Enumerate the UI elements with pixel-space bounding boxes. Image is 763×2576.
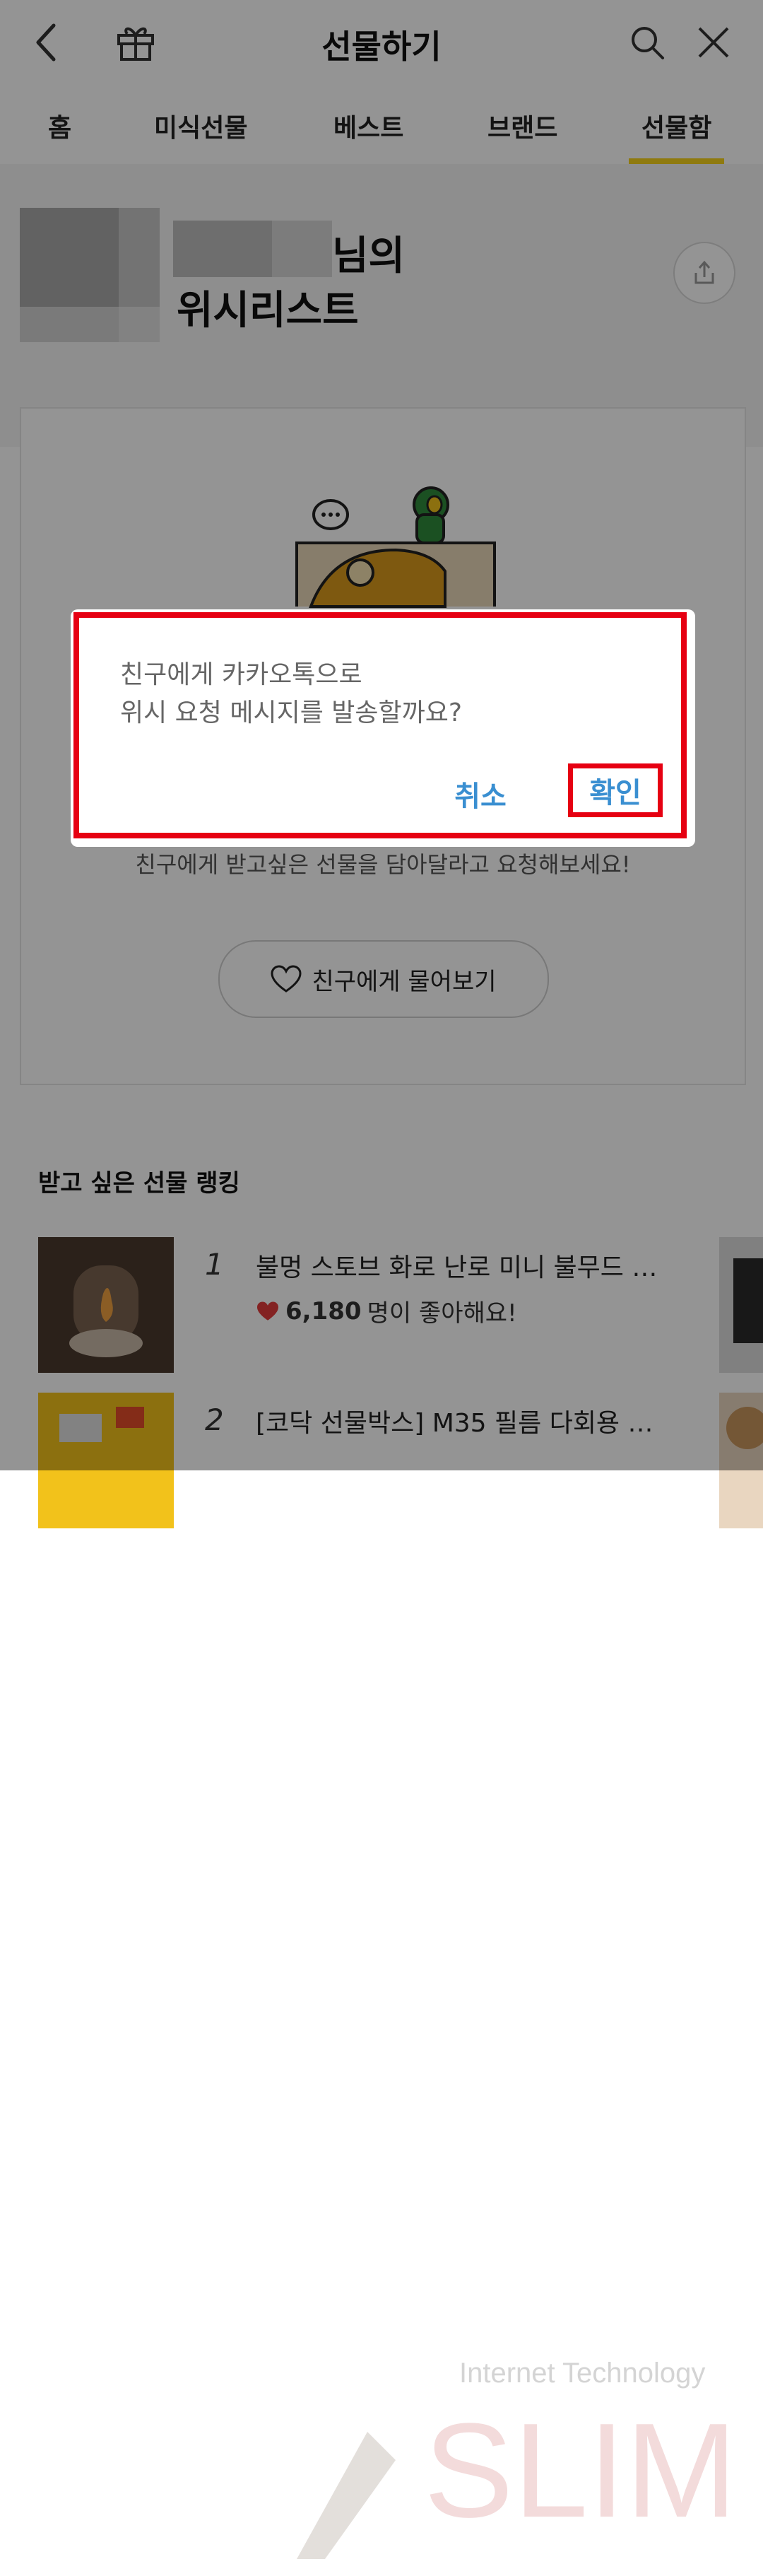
dialog-message: 친구에게 카카오톡으로 위시 요청 메시지를 발송할까요? <box>120 656 462 732</box>
dialog-message-line2: 위시 요청 메시지를 발송할까요? <box>120 698 462 727</box>
dialog-message-line1: 친구에게 카카오톡으로 <box>120 660 362 689</box>
watermark-line2: SLIM <box>424 2396 735 2546</box>
cancel-button[interactable]: 취소 <box>445 773 516 814</box>
confirm-button[interactable]: 확인 <box>568 763 663 817</box>
watermark-line1: Internet Technology <box>459 2358 705 2389</box>
page: 선물하기 홈 미식선물 베스트 브랜드 선물함 님의 위시리스트 친구에게 받고… <box>0 0 763 2559</box>
watermark: Internet Technology SLIM <box>283 2347 737 2573</box>
confirm-label: 확인 <box>589 777 641 809</box>
